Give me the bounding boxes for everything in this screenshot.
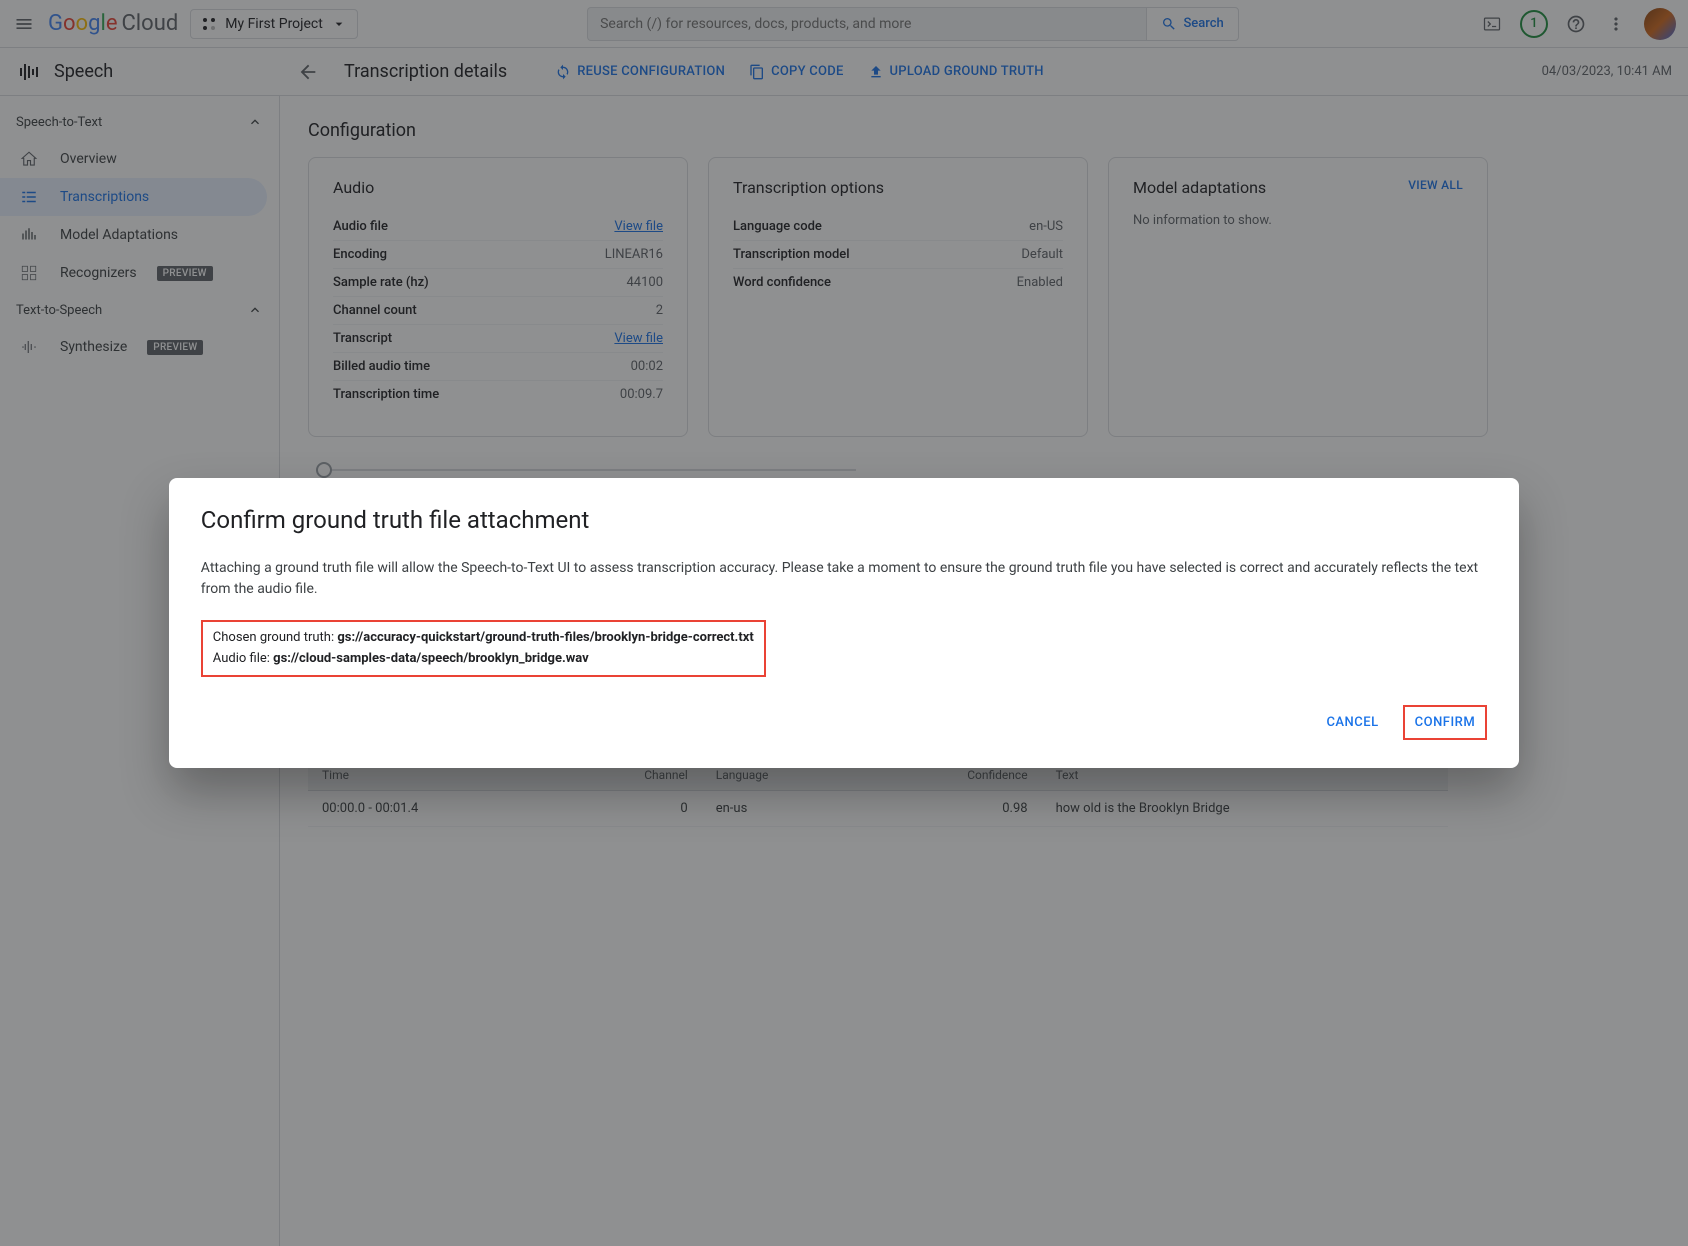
modal-overlay: Confirm ground truth file attachment Att… (0, 0, 1688, 1246)
ground-truth-path: gs://accuracy-quickstart/ground-truth-fi… (337, 630, 753, 645)
modal-body: Attaching a ground truth file will allow… (201, 558, 1487, 600)
confirm-button[interactable]: CONFIRM (1403, 705, 1488, 740)
cancel-button[interactable]: CANCEL (1316, 705, 1388, 740)
modal-title: Confirm ground truth file attachment (201, 506, 1487, 534)
confirm-modal: Confirm ground truth file attachment Att… (169, 478, 1519, 769)
audio-file-path: gs://cloud-samples-data/speech/brooklyn_… (273, 651, 589, 666)
file-info-box: Chosen ground truth: gs://accuracy-quick… (201, 620, 766, 678)
